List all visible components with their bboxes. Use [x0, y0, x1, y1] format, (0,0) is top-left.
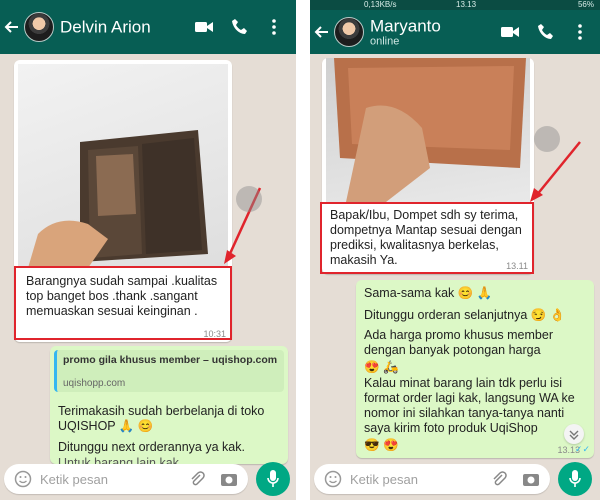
message-input[interactable]: Ketik pesan	[314, 464, 550, 494]
more-options-icon[interactable]	[570, 22, 590, 42]
network-speed: 0,13KB/s	[364, 0, 397, 9]
status-time: 13.13	[456, 0, 477, 9]
emoji-icon[interactable]	[14, 470, 32, 488]
avatar[interactable]	[24, 12, 54, 42]
battery-level: 56%	[577, 0, 594, 9]
attach-icon[interactable]	[188, 470, 206, 488]
right-chat-screen: 0,13KB/s 13.13 56% Maryanto online Bapak…	[310, 0, 600, 500]
wallet-photo[interactable]	[326, 58, 530, 202]
chat-header: Delvin Arion	[0, 0, 296, 54]
mic-icon	[569, 470, 581, 487]
reply-line-3: Untuk barang lain kak...	[58, 456, 190, 464]
video-call-icon[interactable]	[500, 22, 520, 42]
status-bar: 0,13KB/s 13.13 56%	[310, 0, 600, 10]
phone-icon[interactable]	[536, 22, 556, 42]
wallet-image	[28, 130, 208, 268]
forward-icon[interactable]	[236, 186, 262, 212]
link-domain: uqishopp.com	[63, 378, 126, 389]
chevron-down-icon	[569, 430, 579, 440]
highlight-box	[14, 266, 232, 340]
contact-status: online	[370, 35, 400, 48]
video-call-icon[interactable]	[194, 17, 214, 37]
back-arrow-icon[interactable]	[314, 24, 330, 40]
contact-name: Maryanto	[370, 16, 441, 36]
wallet-photo[interactable]	[18, 64, 228, 268]
link-preview[interactable]: promo gila khusus member – uqishop.com u…	[54, 350, 284, 392]
reply-line-1: Sama-sama kak 😊 🙏	[364, 286, 493, 300]
reply-line-3: Ada harga promo khusus member dengan ban…	[364, 328, 553, 357]
emoji-icon[interactable]	[324, 470, 342, 488]
left-chat-screen: Delvin Arion Barangnya sudah sampai .kua…	[0, 0, 296, 500]
mic-button[interactable]	[256, 462, 290, 496]
message-input[interactable]: Ketik pesan	[4, 464, 248, 494]
more-options-icon[interactable]	[264, 17, 284, 37]
contact-name: Delvin Arion	[60, 17, 151, 37]
highlight-box	[320, 202, 534, 274]
reply-line-2: Ditunggu next orderannya ya kak.	[58, 440, 245, 454]
attach-icon[interactable]	[490, 470, 508, 488]
avatar[interactable]	[334, 17, 364, 47]
reply-line-1: Terimakasih sudah berbelanja di toko UQI…	[58, 404, 265, 433]
contact-info[interactable]: Maryanto online	[370, 17, 441, 48]
contact-info[interactable]: Delvin Arion	[60, 18, 151, 37]
link-title: promo gila khusus member – uqishop.com	[63, 354, 278, 366]
input-placeholder: Ketik pesan	[350, 472, 418, 487]
phone-icon[interactable]	[230, 17, 250, 37]
outgoing-reply-message[interactable]: Sama-sama kak 😊 🙏 Ditunggu orderan selan…	[356, 280, 594, 458]
camera-icon[interactable]	[522, 470, 540, 488]
camera-icon[interactable]	[220, 470, 238, 488]
input-placeholder: Ketik pesan	[40, 472, 108, 487]
outgoing-promo-message[interactable]: promo gila khusus member – uqishop.com u…	[50, 346, 288, 464]
forward-icon[interactable]	[534, 126, 560, 152]
chat-header: Maryanto online	[310, 10, 600, 54]
wallet-image	[334, 58, 526, 202]
mic-button[interactable]	[558, 462, 592, 496]
back-arrow-icon[interactable]	[4, 19, 20, 35]
read-receipt-icon: ✓✓	[574, 444, 590, 454]
reply-line-5: Kalau minat barang lain tdk perlu isi fo…	[364, 376, 575, 435]
mic-icon	[267, 470, 279, 487]
reply-line-6: 😎 😍	[364, 438, 399, 452]
reply-line-4: 😍 🛵	[364, 360, 399, 374]
scroll-down-button[interactable]	[564, 424, 584, 444]
reply-line-2: Ditunggu orderan selanjutnya 😏 👌	[364, 308, 566, 322]
